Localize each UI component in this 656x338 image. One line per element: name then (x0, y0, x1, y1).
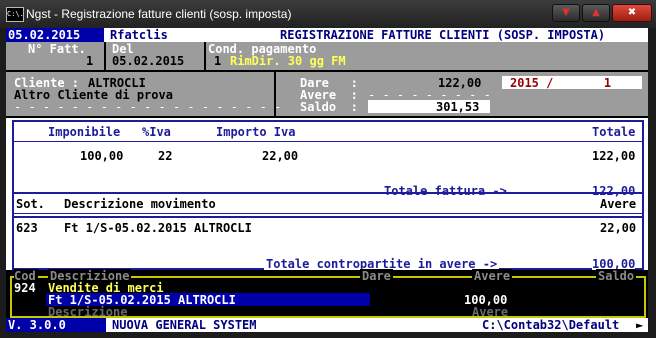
header-rule (14, 141, 642, 142)
customer-separator: - - - - - - - - - - - - - - - - - - - (14, 100, 282, 114)
account-dare-header: Dare (360, 269, 393, 283)
iva-row-pct[interactable]: 22 (158, 149, 172, 163)
invoice-number-label: N° Fatt. (28, 42, 86, 56)
program-name: Rfatclis (110, 28, 168, 42)
col-imponibile-header: Imponibile (48, 125, 121, 139)
col-iva-pct-header: %Iva (142, 125, 171, 139)
account-code[interactable]: 924 (14, 281, 36, 295)
saldo-value: 301,53 (436, 100, 480, 114)
account-saldo-header: Saldo (596, 269, 637, 283)
window-title: Ngst - Registrazione fatture clienti (so… (26, 7, 292, 21)
current-path: C:\Contab32\Default (482, 318, 620, 332)
col-avere-header: Avere (600, 197, 637, 211)
window-titlebar[interactable]: C:\. Ngst - Registrazione fatture client… (0, 0, 656, 28)
iva-row-importo[interactable]: 22,00 (262, 149, 298, 163)
header-rule (14, 213, 642, 214)
console-app-icon[interactable]: C:\. (6, 7, 24, 22)
col-sot-header: Sot. (16, 197, 45, 211)
scroll-right-icon[interactable]: ► (636, 318, 643, 332)
version-text: V. 3.0.0 (8, 318, 66, 332)
iva-row-totale[interactable]: 122,00 (592, 149, 635, 163)
payment-terms-code[interactable]: 1 (214, 54, 221, 68)
maximize-icon[interactable]: ▲ (582, 4, 610, 22)
close-icon[interactable]: ✖ (612, 4, 652, 22)
minimize-icon[interactable]: ▼ (552, 4, 580, 22)
footer-avere-label: Avere (472, 305, 509, 319)
movement-row-sot[interactable]: 623 (16, 221, 38, 235)
footer-desc-label: Descrizione (48, 305, 128, 319)
col-descrizione-header: Descrizione movimento (64, 197, 216, 211)
col-importo-iva-header: Importo Iva (216, 125, 296, 139)
movement-row-desc[interactable]: Ft 1/S-05.02.2015 ALTROCLI (64, 221, 252, 235)
screen-title: REGISTRAZIONE FATTURE CLIENTI (SOSP. IMP… (280, 28, 606, 42)
movement-row-avere[interactable]: 22,00 (600, 221, 636, 235)
payment-terms-desc: RimDir. 30 gg FM (230, 54, 346, 68)
invoice-date-field[interactable]: 05.02.2015 (112, 54, 184, 68)
divider (204, 42, 206, 70)
session-date: 05.02.2015 (8, 28, 81, 42)
account-avere-header: Avere (472, 269, 513, 283)
col-totale-header: Totale (592, 125, 636, 139)
protocol-field[interactable]: 2015 / 1 (510, 76, 611, 90)
iva-row-imponibile[interactable]: 100,00 (80, 149, 123, 163)
divider (104, 42, 106, 70)
invoice-number-field[interactable]: 1 (86, 54, 93, 68)
console-screen: 05.02.2015 Rfatclis REGISTRAZIONE FATTUR… (6, 28, 648, 332)
saldo-label: Saldo : (300, 100, 358, 114)
system-name: NUOVA GENERAL SYSTEM (112, 318, 257, 332)
